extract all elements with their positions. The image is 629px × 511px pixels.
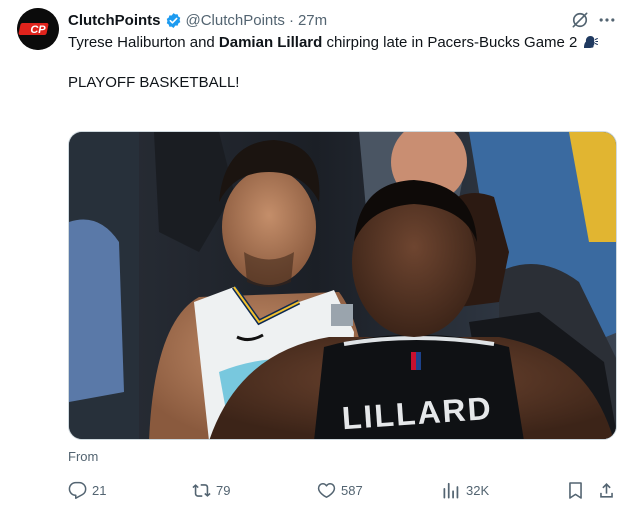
grok-icon[interactable] (570, 10, 590, 30)
views-count: 32K (466, 482, 490, 498)
author-handle[interactable]: @ClutchPoints (186, 12, 285, 29)
repost-count: 79 (216, 482, 231, 498)
repost-icon (192, 483, 211, 497)
views-button[interactable]: 32K (442, 478, 489, 502)
tweet-text-line-1: Tyrese Haliburton and Damian Lillard chi… (68, 33, 616, 53)
avatar[interactable]: CP (17, 8, 59, 50)
share-icon (600, 482, 613, 498)
reply-icon (68, 481, 87, 499)
tweet-media-image[interactable]: LILLARD (68, 131, 617, 440)
speaking-head-emoji-icon (582, 34, 598, 50)
tweet-text-bold[interactable]: Damian Lillard (219, 34, 322, 51)
tweet-text: Tyrese Haliburton and Damian Lillard chi… (68, 33, 616, 93)
author-name[interactable]: ClutchPoints (68, 12, 161, 29)
avatar-logo-text: CP (30, 24, 46, 36)
reply-count: 21 (92, 482, 107, 498)
bookmark-button[interactable] (566, 478, 585, 502)
separator-dot: · (288, 11, 294, 29)
tweet-text-part-2: chirping late in Pacers-Bucks Game 2 (322, 34, 582, 51)
like-count: 587 (341, 482, 363, 498)
tweet-header: ClutchPoints @ClutchPoints · 27m (68, 9, 327, 31)
bookmark-icon (569, 481, 582, 499)
repost-button[interactable]: 79 (192, 478, 230, 502)
jersey-qr-patch (331, 304, 353, 326)
analytics-icon (443, 482, 459, 498)
tweet-text-line-2: PLAYOFF BASKETBALL! (68, 74, 240, 91)
like-button[interactable]: 587 (317, 478, 363, 502)
verified-badge-icon (165, 12, 182, 29)
from-label[interactable]: From (68, 449, 98, 464)
crowd-blue-shirt (69, 219, 124, 402)
more-options-icon[interactable] (597, 10, 617, 30)
reply-button[interactable]: 21 (68, 478, 106, 502)
share-button[interactable] (597, 478, 616, 502)
tweet-text-part-1: Tyrese Haliburton and (68, 34, 219, 51)
tweet-timestamp[interactable]: 27m (298, 12, 327, 29)
heart-icon (317, 482, 336, 498)
tweet-actions-bar: 21 79 587 32K (68, 478, 620, 502)
